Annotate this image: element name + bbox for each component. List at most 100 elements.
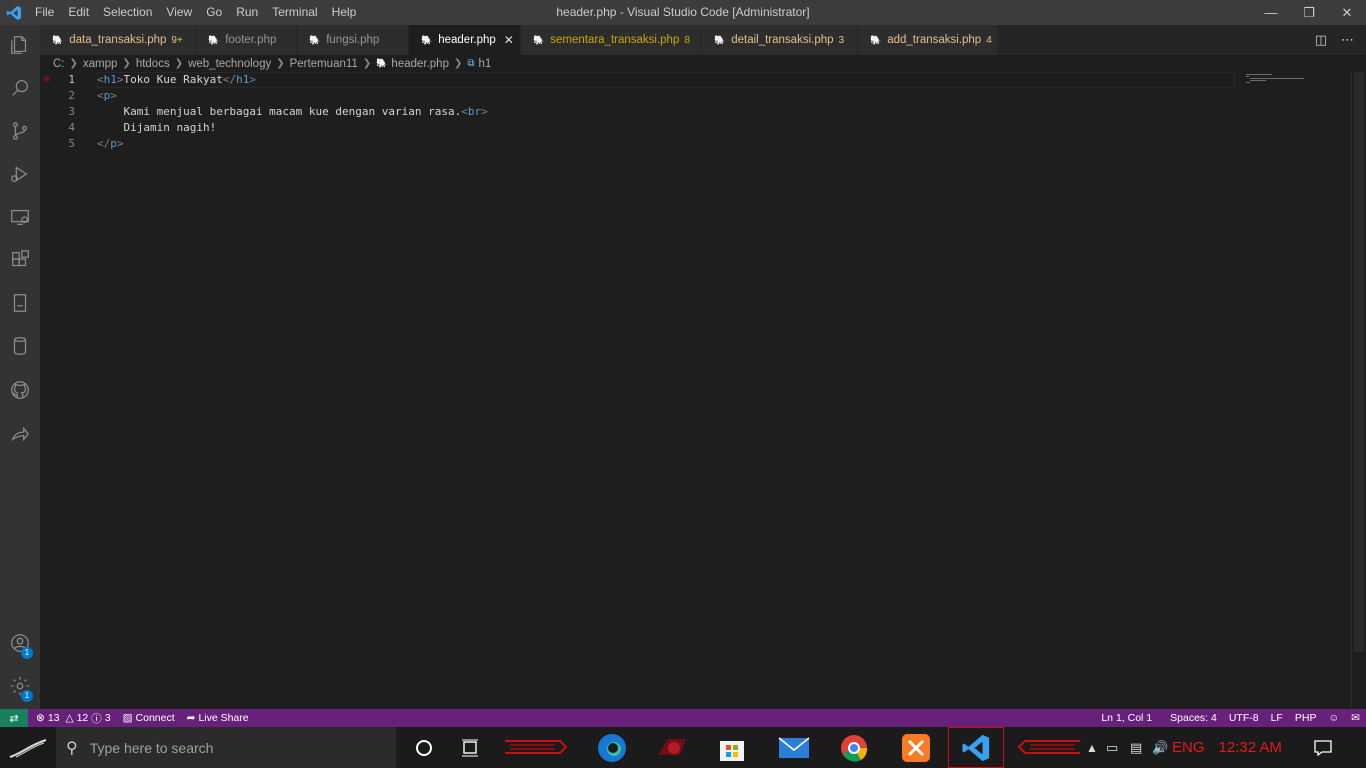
- database-icon[interactable]: [0, 326, 40, 366]
- encoding[interactable]: UTF-8: [1223, 712, 1265, 724]
- tab-header-php[interactable]: 🐘 header.php ✕: [409, 25, 521, 55]
- search-icon[interactable]: [0, 68, 40, 108]
- cursor-position[interactable]: Ln 1, Col 1: [1095, 712, 1158, 724]
- extensions-icon[interactable]: [0, 240, 40, 280]
- remote-indicator-icon[interactable]: ⇄: [0, 709, 28, 727]
- menu-item-file[interactable]: File: [28, 0, 61, 25]
- indentation[interactable]: Spaces: 4: [1164, 712, 1223, 724]
- code-token: Kami menjual berbagai macam kue dengan v…: [97, 105, 462, 118]
- tab-label: add_transaksi.php: [887, 34, 982, 46]
- code-token: <: [97, 89, 104, 102]
- tab-problem-count: 9+: [171, 34, 183, 46]
- rog-tray-icon[interactable]: ▲: [1086, 741, 1106, 755]
- chrome-icon[interactable]: [826, 727, 882, 768]
- tab-label: detail_transaksi.php: [731, 34, 834, 46]
- clock[interactable]: 12:32 AM: [1219, 739, 1282, 756]
- code-token: Toko Kue Rakyat: [123, 73, 223, 86]
- more-actions-icon[interactable]: ⋯: [1341, 32, 1354, 48]
- code-content: Kami menjual berbagai macam kue dengan v…: [97, 104, 487, 120]
- tab-detail-transaksi-php[interactable]: 🐘 detail_transaksi.php 3: [702, 25, 858, 55]
- vscode-taskbar-icon[interactable]: [948, 727, 1004, 768]
- code-editor[interactable]: 1 <h1>Toko Kue Rakyat</h1> 2 <p> 3 Kami menj…: [40, 72, 1366, 709]
- explorer-icon[interactable]: [0, 25, 40, 65]
- minimap[interactable]: [1246, 72, 1326, 92]
- vertical-scrollbar[interactable]: [1351, 72, 1366, 709]
- taskbar-search[interactable]: ⚲ Type here to search: [56, 727, 396, 768]
- problems-indicator[interactable]: ⊗ 13 △ 12 ⓘ 3: [30, 711, 117, 726]
- volume-icon[interactable]: 🔊: [1152, 740, 1172, 756]
- chevron-right-icon: ❯: [453, 58, 463, 69]
- tab-sementara-transaksi-php[interactable]: 🐘 sementara_transaksi.php 8: [521, 25, 702, 55]
- github-icon[interactable]: [0, 370, 40, 410]
- edge-browser-icon[interactable]: [584, 727, 640, 768]
- wifi-icon[interactable]: ▤: [1130, 740, 1152, 756]
- current-line-highlight: [97, 72, 1235, 88]
- remote-explorer-icon[interactable]: [0, 197, 40, 237]
- line-number: 1: [68, 73, 75, 86]
- armoury-crate-icon[interactable]: [644, 727, 700, 768]
- split-editor-icon[interactable]: ◫: [1315, 32, 1327, 48]
- book-icon[interactable]: [0, 283, 40, 323]
- close-icon[interactable]: ✕: [1328, 0, 1366, 25]
- menu-item-selection[interactable]: Selection: [96, 0, 159, 25]
- code-token: h1: [236, 73, 250, 86]
- breadcrumb-item[interactable]: web_technology: [188, 58, 271, 70]
- feedback-icon[interactable]: ☺: [1322, 712, 1345, 724]
- code-line[interactable]: 5 </p>: [40, 136, 1240, 152]
- breadcrumb-item[interactable]: xampp: [83, 58, 118, 70]
- tab-label: fungsi.php: [326, 34, 380, 46]
- breadcrumb-item[interactable]: C:: [53, 58, 65, 70]
- microsoft-store-icon[interactable]: [704, 727, 760, 768]
- code-line[interactable]: 2 <p>: [40, 88, 1240, 104]
- tab-footer-php[interactable]: 🐘 footer.php: [196, 25, 297, 55]
- tab-add-transaksi-php[interactable]: 🐘 add_transaksi.php 4: [858, 25, 998, 55]
- menu-item-go[interactable]: Go: [199, 0, 229, 25]
- language-indicator[interactable]: ENG: [1172, 739, 1205, 756]
- task-view-icon[interactable]: [442, 727, 498, 768]
- tab-data-transaksi-php[interactable]: 🐘 data_transaksi.php 9+: [40, 25, 196, 55]
- language-mode[interactable]: PHP: [1289, 712, 1323, 724]
- live-share-label: Live Share: [198, 712, 249, 724]
- connect-label: Connect: [135, 712, 175, 724]
- code-token: p: [110, 137, 117, 150]
- menu-item-edit[interactable]: Edit: [61, 0, 96, 25]
- manage-gear-icon[interactable]: 1: [0, 666, 40, 706]
- source-control-icon[interactable]: [0, 111, 40, 151]
- breadcrumb: C: ❯ xampp ❯ htdocs ❯ web_technology ❯ Pertemuan…: [40, 55, 1340, 72]
- breadcrumb-item[interactable]: Pertemuan11: [290, 58, 358, 70]
- accounts-icon[interactable]: 1: [0, 623, 40, 663]
- info-icon: ⓘ: [91, 712, 102, 725]
- connect-button[interactable]: ▧ Connect: [117, 712, 181, 724]
- code-line[interactable]: 1 <h1>Toko Kue Rakyat</h1>: [40, 72, 1240, 88]
- breadcrumb-item[interactable]: htdocs: [136, 58, 170, 70]
- end-of-line[interactable]: LF: [1265, 712, 1289, 724]
- menu-item-help[interactable]: Help: [325, 0, 364, 25]
- notifications-icon[interactable]: ✉: [1345, 712, 1366, 724]
- xampp-icon[interactable]: [888, 727, 944, 768]
- mail-icon[interactable]: [766, 727, 822, 768]
- live-share-icon[interactable]: [0, 413, 40, 453]
- chevron-right-icon: ❯: [122, 58, 131, 69]
- code-line[interactable]: 3 Kami menjual berbagai macam kue dengan…: [40, 104, 1240, 120]
- breadcrumb-item[interactable]: header.php: [391, 58, 449, 70]
- tab-label: sementara_transaksi.php: [550, 34, 680, 46]
- start-button[interactable]: [0, 727, 56, 768]
- restore-icon[interactable]: ❐: [1290, 0, 1328, 25]
- breadcrumb-item[interactable]: h1: [479, 58, 492, 70]
- battery-icon[interactable]: ▭: [1106, 740, 1130, 756]
- run-debug-icon[interactable]: [0, 154, 40, 194]
- tab-problem-count: 3: [838, 34, 845, 46]
- menu-item-view[interactable]: View: [159, 0, 199, 25]
- scrollbar-thumb[interactable]: [1354, 72, 1364, 652]
- menu-item-terminal[interactable]: Terminal: [265, 0, 324, 25]
- line-number: 5: [68, 137, 75, 150]
- action-center-icon[interactable]: [1296, 727, 1350, 768]
- tab-close-icon[interactable]: ✕: [504, 33, 514, 47]
- code-line[interactable]: 4 Dijamin nagih!: [40, 120, 1240, 136]
- code-token: br: [467, 105, 482, 118]
- chevron-right-icon: ❯: [69, 58, 78, 69]
- menu-item-run[interactable]: Run: [229, 0, 265, 25]
- minimize-icon[interactable]: —: [1252, 0, 1290, 25]
- live-share-button[interactable]: ➦ Live Share: [181, 712, 255, 724]
- tab-fungsi-php[interactable]: 🐘 fungsi.php: [297, 25, 409, 55]
